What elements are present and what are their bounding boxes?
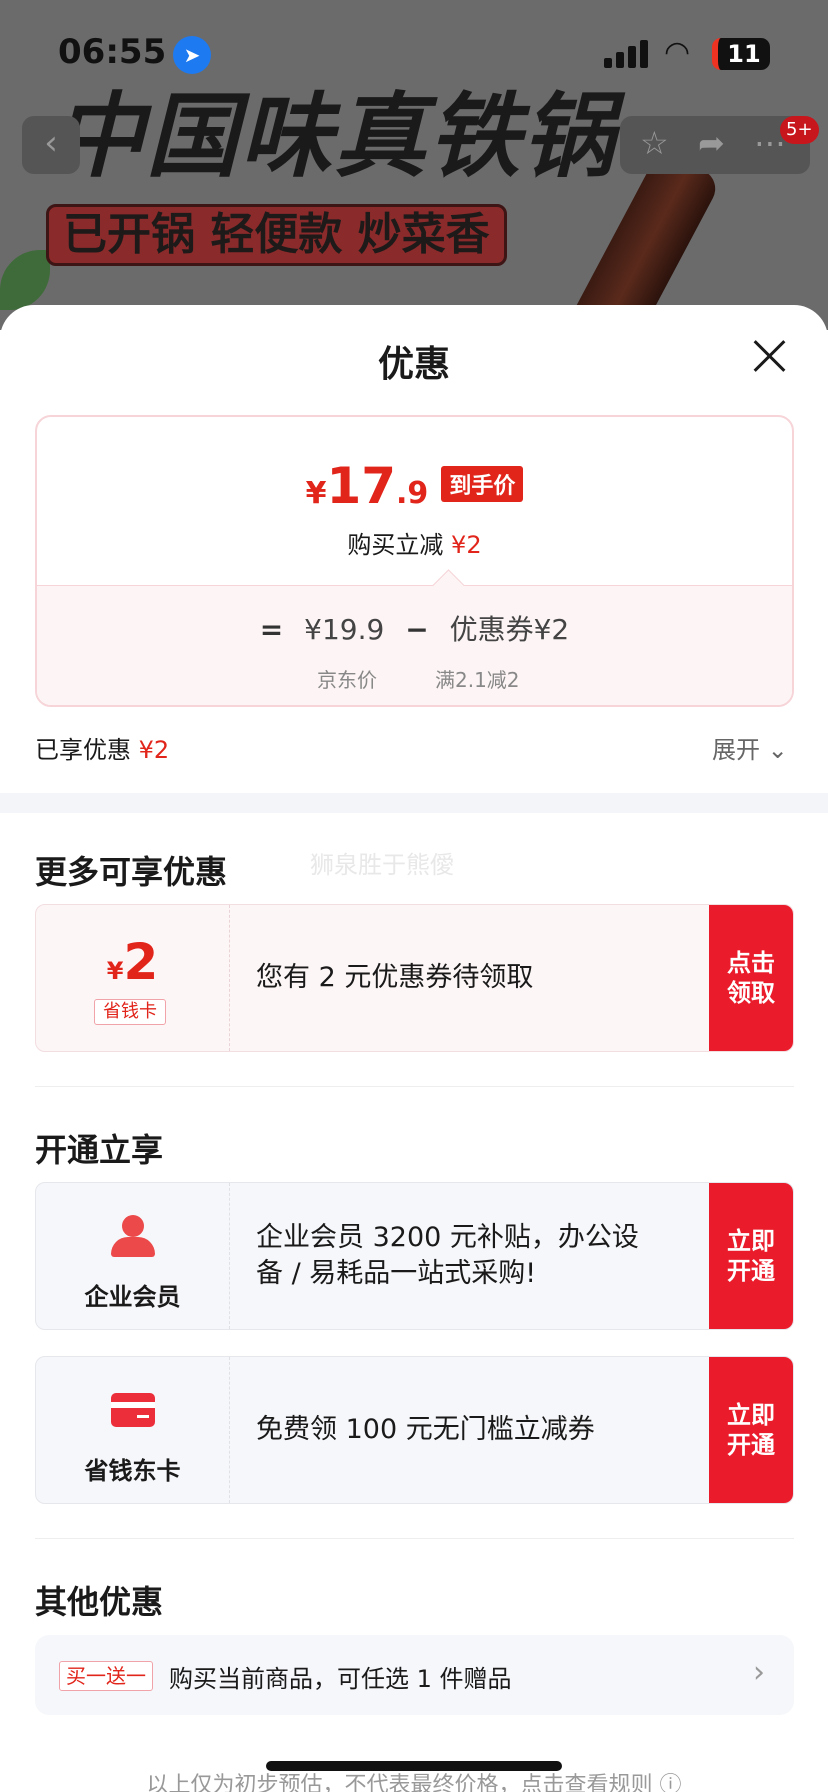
price-top: ¥17.9 到手价 购买立减 ¥2 <box>37 417 792 585</box>
section-separator <box>35 1538 794 1539</box>
card-icon <box>111 1393 155 1427</box>
watermark-text: 狮泉胜于熊僾 <box>310 851 454 879</box>
final-price-tag: 到手价 <box>441 466 524 502</box>
home-indicator[interactable] <box>266 1761 562 1771</box>
back-button[interactable]: ‹ <box>22 116 80 174</box>
open-enjoy-title: 开通立享 <box>35 1131 164 1169</box>
savings-card-panel: 省钱东卡 <box>36 1357 230 1503</box>
more-badge: 5+ <box>780 116 819 144</box>
status-time: 06:55 <box>58 32 167 72</box>
other-offers-title: 其他优惠 <box>35 1583 164 1621</box>
price-decimal: .9 <box>396 476 429 511</box>
banner-slogan: 已开锅 轻便款 炒菜香 <box>46 204 507 266</box>
savings-card-text: 免费领 100 元无门槛立减券 <box>256 1414 595 1445</box>
instant-discount: 购买立减 ¥2 <box>37 525 792 560</box>
jd-price-label: 京东价 <box>317 668 377 692</box>
open-enterprise-button[interactable]: 立即 开通 <box>709 1183 793 1329</box>
expand-label: 展开 <box>712 736 760 764</box>
wifi-icon: ◠ <box>664 35 691 70</box>
open-savings-card-button[interactable]: 立即 开通 <box>709 1357 793 1503</box>
equals-sign: = <box>259 613 284 646</box>
chevron-right-icon: › <box>753 1655 765 1690</box>
expand-button[interactable]: 展开 ⌄ <box>712 730 788 765</box>
buy-one-get-one-tag: 买一送一 <box>59 1661 153 1691</box>
coupon-offer-text: 您有 2 元优惠券待领取 <box>256 962 534 993</box>
leaf-decoration <box>0 250 50 310</box>
enterprise-member-text: 企业会员 3200 元补贴，办公设备 / 易耗品一站式采购! <box>256 1222 639 1289</box>
cellular-signal-icon <box>604 40 648 68</box>
minus-sign: − <box>405 613 429 646</box>
price-card: ¥17.9 到手价 购买立减 ¥2 = ¥19.9 − 优惠券¥2 京东价 满2… <box>35 415 794 707</box>
final-price: ¥17.9 到手价 <box>37 457 792 515</box>
savings-card-label: 省钱东卡 <box>84 1457 181 1485</box>
coupon-yen: ¥ <box>106 957 124 985</box>
discount-sheet: 优惠 ¥17.9 到手价 购买立减 ¥2 = ¥19.9 − 优惠券¥2 京东价… <box>0 305 828 1792</box>
section-separator <box>35 1086 794 1087</box>
location-arrow-icon: ➤ <box>173 36 211 74</box>
coupon-amount-panel: ¥2 省钱卡 <box>36 905 230 1051</box>
star-icon[interactable]: ☆ <box>640 124 669 162</box>
enterprise-member-label: 企业会员 <box>84 1283 181 1311</box>
section-divider <box>0 793 828 813</box>
discount-value: ¥2 <box>451 531 482 559</box>
sheet-title: 优惠 <box>377 344 450 385</box>
gift-offer-row[interactable]: 买一送一 购买当前商品，可任选 1 件赠品 › <box>35 1635 794 1715</box>
person-icon <box>111 1215 155 1259</box>
price-formula: = ¥19.9 − 优惠券¥2 <box>37 608 792 648</box>
enjoyed-discount: 已享优惠 ¥2 <box>35 730 169 765</box>
claim-coupon-button[interactable]: 点击 领取 <box>709 905 793 1051</box>
savings-card-offer[interactable]: 省钱东卡 免费领 100 元无门槛立减券 立即 开通 <box>35 1356 794 1504</box>
close-icon[interactable] <box>748 335 790 377</box>
battery-indicator: 11 <box>712 38 770 70</box>
discount-label: 购买立减 <box>347 531 444 559</box>
gift-offer-text: 购买当前商品，可任选 1 件赠品 <box>169 1665 512 1693</box>
more-offers-title: 更多可享优惠 <box>35 853 228 891</box>
coupon-amount: ¥2 <box>36 933 229 991</box>
coupon-condition: 满2.1减2 <box>435 668 520 692</box>
jd-price: ¥19.9 <box>304 613 385 646</box>
price-breakdown: = ¥19.9 − 优惠券¥2 京东价 满2.1减2 <box>37 585 792 705</box>
status-bar: 06:55 ➤ ◠ 11 <box>0 0 828 110</box>
enjoyed-value: ¥2 <box>138 736 170 764</box>
enterprise-member-card[interactable]: 企业会员 企业会员 3200 元补贴，办公设备 / 易耗品一站式采购! 立即 开… <box>35 1182 794 1330</box>
coupon-card-label: 省钱卡 <box>94 999 166 1025</box>
enterprise-member-panel: 企业会员 <box>36 1183 230 1329</box>
coupon-offer-card[interactable]: ¥2 省钱卡 您有 2 元优惠券待领取 点击 领取 <box>35 904 794 1052</box>
coupon-number: 2 <box>123 933 159 991</box>
coupon-part: 优惠券¥2 <box>449 613 570 646</box>
chevron-down-icon: ⌄ <box>767 736 788 764</box>
price-yen: ¥ <box>305 476 327 511</box>
price-integer: 17 <box>326 457 397 515</box>
enjoyed-label: 已享优惠 <box>35 736 131 764</box>
share-icon[interactable]: ➦ <box>698 124 725 162</box>
